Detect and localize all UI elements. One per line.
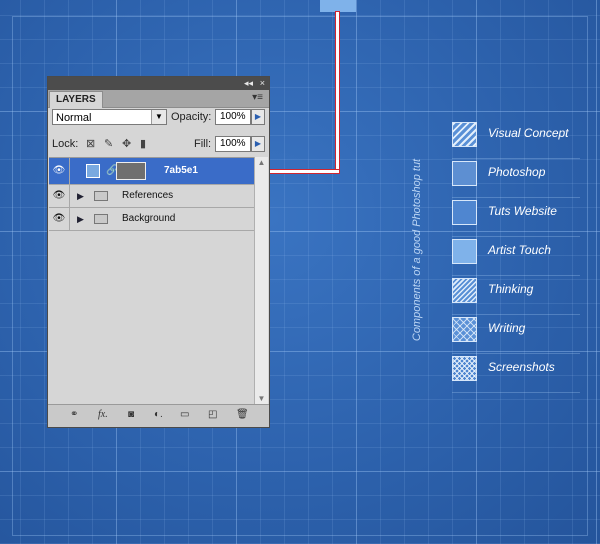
- legend-item: Writing: [452, 315, 580, 354]
- new-group-icon[interactable]: ▭: [180, 408, 189, 422]
- legend-item: Screenshots: [452, 354, 580, 393]
- legend-label: Writing: [488, 321, 526, 335]
- solid-blue-swatch-icon: [452, 200, 477, 225]
- adjustment-layer-icon[interactable]: ◐.: [154, 408, 163, 422]
- legend-item: Photoshop: [452, 159, 580, 198]
- legend-label: Tuts Website: [488, 204, 557, 218]
- collapse-arrows-icon[interactable]: ◂◂: [244, 77, 253, 90]
- layer-mask-thumbnail[interactable]: [116, 162, 146, 180]
- link-layers-icon[interactable]: ⚭: [70, 408, 78, 422]
- scroll-up-icon[interactable]: ▲: [255, 157, 268, 169]
- solid-mid-swatch-icon: [452, 161, 477, 186]
- legend-label: Thinking: [488, 282, 534, 296]
- connector-line-vertical: [336, 12, 339, 172]
- layers-list: 👁 🔗 7ab5e1 👁 ▶ References 👁 ▶ Background: [49, 157, 254, 406]
- lock-label: Lock:: [52, 138, 79, 150]
- chevron-down-icon: ▼: [151, 110, 166, 124]
- opacity-input[interactable]: 100%: [215, 109, 251, 125]
- layer-name: Background: [122, 213, 176, 224]
- eye-icon[interactable]: 👁: [49, 185, 70, 207]
- legend-item: Artist Touch: [452, 237, 580, 276]
- eye-icon[interactable]: 👁: [49, 158, 70, 184]
- layer-name: 7ab5e1: [164, 165, 198, 176]
- panel-footer: ⚭ fx. ◙ ◐. ▭ ◰ 🗑: [48, 404, 269, 427]
- lock-move-icon[interactable]: ✥: [122, 137, 131, 151]
- folder-icon: [94, 191, 108, 201]
- layers-scrollbar[interactable]: ▲ ▼: [254, 157, 268, 405]
- expand-arrow-icon[interactable]: ▶: [77, 185, 84, 207]
- close-icon[interactable]: ×: [260, 77, 265, 90]
- lock-brush-icon[interactable]: ✎: [104, 137, 113, 151]
- hatch-light-swatch-icon: [452, 122, 477, 147]
- legend-item: Thinking: [452, 276, 580, 315]
- layer-row-selected[interactable]: 👁 🔗 7ab5e1: [49, 158, 254, 185]
- blend-mode-value: Normal: [56, 112, 92, 124]
- opacity-label: Opacity:: [171, 111, 212, 123]
- color-block: [320, 0, 356, 12]
- layer-name: References: [122, 190, 174, 201]
- legend-item: Visual Concept: [452, 120, 580, 159]
- panel-menu-icon[interactable]: ▾≡: [252, 92, 263, 104]
- opacity-slider-arrow-icon[interactable]: ▶: [251, 109, 265, 125]
- legend-label: Screenshots: [488, 360, 555, 374]
- crosshatch-light-swatch-icon: [452, 317, 477, 342]
- legend-vertical-title: Components of a good Photoshop tut: [411, 158, 423, 342]
- lock-row: Lock: ⊠ ✎ ✥ ▮ Fill: 100% ▶: [52, 136, 265, 154]
- layer-color-thumbnail[interactable]: [86, 164, 100, 178]
- folder-icon: [94, 214, 108, 224]
- fill-slider-arrow-icon[interactable]: ▶: [251, 136, 265, 152]
- panel-tab-row: LAYERS ▾≡: [48, 90, 269, 108]
- layer-row-references[interactable]: 👁 ▶ References: [49, 185, 254, 208]
- tab-layers[interactable]: LAYERS: [49, 91, 103, 108]
- fx-icon[interactable]: fx.: [98, 408, 108, 422]
- hatch-dense-swatch-icon: [452, 278, 477, 303]
- new-layer-icon[interactable]: ◰: [208, 408, 217, 422]
- layer-row-background[interactable]: 👁 ▶ Background: [49, 208, 254, 231]
- legend-item: Tuts Website: [452, 198, 580, 237]
- eye-icon[interactable]: 👁: [49, 208, 70, 230]
- legend-label: Photoshop: [488, 165, 546, 179]
- blend-row: Normal ▼ Opacity: 100% ▶: [52, 109, 265, 127]
- panel-title-bar[interactable]: ◂◂ ×: [48, 77, 269, 90]
- trash-icon[interactable]: 🗑: [236, 408, 249, 422]
- fill-input[interactable]: 100%: [215, 136, 251, 152]
- layers-panel: ◂◂ × LAYERS ▾≡ Normal ▼ Opacity: 100% ▶ …: [47, 76, 270, 428]
- lock-transparency-icon[interactable]: ⊠: [86, 137, 95, 151]
- fill-label: Fill:: [194, 138, 212, 150]
- legend-label: Artist Touch: [488, 243, 551, 257]
- blend-mode-select[interactable]: Normal ▼: [52, 109, 167, 125]
- legend: Visual Concept Photoshop Tuts Website Ar…: [452, 120, 580, 393]
- legend-label: Visual Concept: [488, 126, 569, 140]
- expand-arrow-icon[interactable]: ▶: [77, 208, 84, 230]
- lock-all-icon[interactable]: ▮: [140, 137, 146, 151]
- crosshatch-dense-swatch-icon: [452, 356, 477, 381]
- solid-light-swatch-icon: [452, 239, 477, 264]
- add-mask-icon[interactable]: ◙: [128, 408, 134, 422]
